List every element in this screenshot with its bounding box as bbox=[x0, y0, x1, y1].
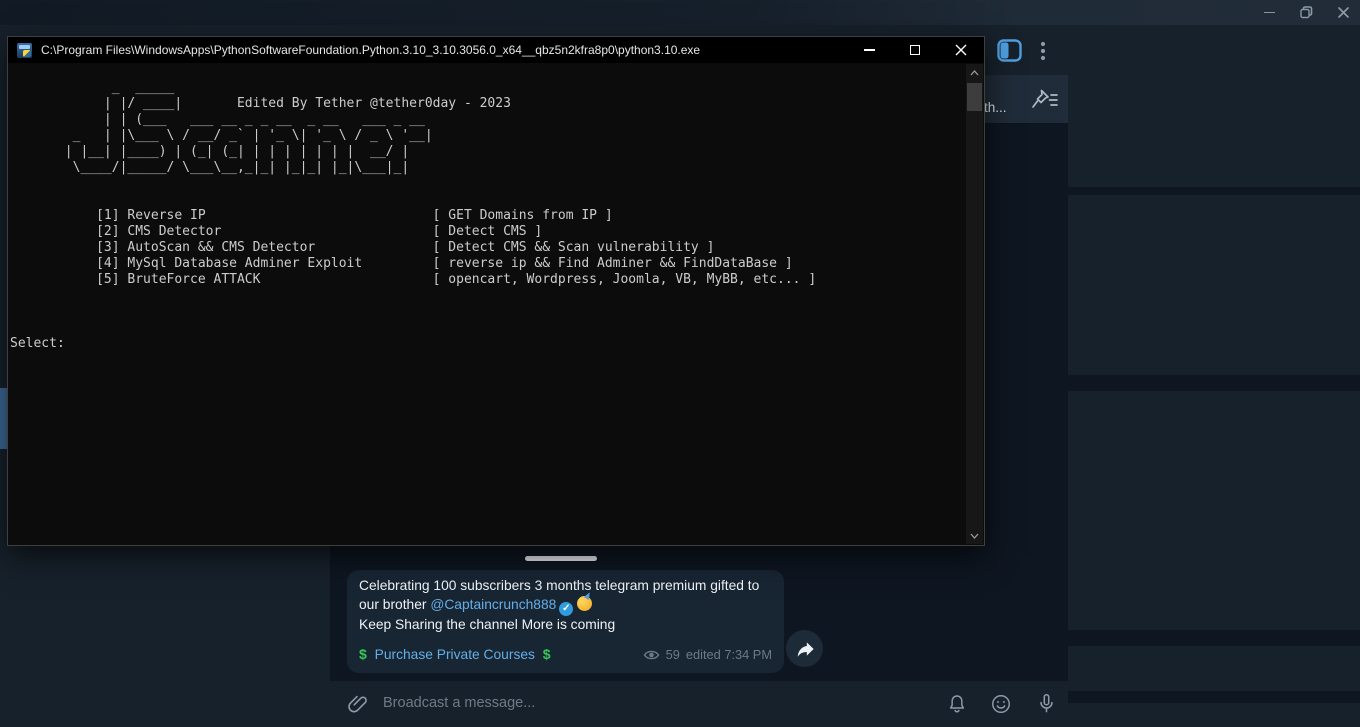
media-row-shared-links[interactable]: 15 shared links bbox=[1068, 546, 1360, 584]
message-meta: 59 edited 7:34 PM bbox=[643, 646, 772, 665]
verified-badge-icon: ✓ bbox=[559, 602, 573, 616]
attach-paperclip-icon[interactable] bbox=[346, 692, 370, 716]
purchase-courses-link[interactable]: Purchase Private Courses bbox=[375, 647, 535, 662]
toggle-right-column-icon[interactable] bbox=[997, 39, 1022, 62]
bell-icon[interactable] bbox=[946, 693, 968, 716]
telegram-minimize-button[interactable] bbox=[1252, 0, 1286, 25]
telegram-restore-button[interactable] bbox=[1289, 0, 1323, 25]
console-output: _ _____ | |/ ____| Edited By Tether @tet… bbox=[10, 64, 966, 544]
message-line3: Keep Sharing the channel More is coming bbox=[359, 617, 615, 632]
console-titlebar[interactable]: C:\Program Files\WindowsApps\PythonSoftw… bbox=[8, 37, 984, 63]
media-row-posts[interactable]: 6 posts bbox=[1068, 394, 1360, 432]
media-progress-bar bbox=[525, 556, 597, 561]
panel-subscribers-section[interactable]: 107 subscribers bbox=[1068, 646, 1360, 691]
party-face-emoji bbox=[577, 596, 592, 611]
share-button[interactable] bbox=[786, 630, 823, 667]
emoji-icon[interactable] bbox=[990, 693, 1012, 715]
message-input[interactable]: Broadcast a message... bbox=[383, 695, 535, 711]
views-eye-icon bbox=[643, 649, 660, 661]
message-line1: Celebrating 100 subscribers 3 months tel… bbox=[359, 578, 759, 593]
maximize-icon bbox=[910, 45, 920, 55]
media-row-photos[interactable]: 10 photos bbox=[1068, 432, 1360, 470]
panel-bottom-section[interactable] bbox=[1068, 703, 1360, 727]
console-title: C:\Program Files\WindowsApps\PythonSoftw… bbox=[41, 43, 700, 57]
python-icon bbox=[17, 43, 32, 58]
channel-message[interactable]: Celebrating 100 subscribers 3 months tel… bbox=[347, 570, 784, 673]
restore-icon bbox=[1300, 6, 1313, 19]
media-row-videos[interactable]: 4 videos bbox=[1068, 470, 1360, 508]
pinned-message-text: th... bbox=[984, 100, 1007, 115]
media-row-files[interactable]: 17 files bbox=[1068, 508, 1360, 546]
scroll-down-icon[interactable] bbox=[966, 527, 983, 544]
composer-bar: Broadcast a message... bbox=[330, 681, 1068, 727]
python-console-window[interactable]: C:\Program Files\WindowsApps\PythonSoftw… bbox=[7, 36, 985, 546]
scroll-up-icon[interactable] bbox=[966, 64, 983, 81]
console-maximize-button[interactable] bbox=[892, 37, 938, 63]
microphone-icon[interactable] bbox=[1035, 692, 1058, 716]
telegram-titlebar bbox=[0, 0, 1360, 25]
message-line2-prefix: our brother bbox=[359, 597, 430, 612]
media-row-gifs[interactable]: GIF 2 GIFs bbox=[1068, 584, 1360, 622]
console-minimize-button[interactable] bbox=[846, 37, 892, 63]
close-icon bbox=[955, 44, 967, 56]
pinned-list-icon[interactable] bbox=[1029, 87, 1059, 113]
minimize-icon bbox=[1264, 12, 1275, 14]
edited-timestamp: edited 7:34 PM bbox=[686, 646, 772, 665]
screen: th... Celebrating 100 subscribers 3 mont… bbox=[0, 0, 1360, 727]
selected-chat-indicator bbox=[0, 388, 7, 449]
console-close-button[interactable] bbox=[938, 37, 984, 63]
cta-row: $ Purchase Private Courses $ bbox=[359, 645, 551, 665]
views-count: 59 bbox=[666, 646, 680, 665]
scrollbar-thumb[interactable] bbox=[967, 83, 982, 111]
panel-info-section: t.me/tethersecurity Link Owner : @tether… bbox=[1068, 195, 1360, 375]
close-icon bbox=[1338, 7, 1349, 18]
panel-profile-section: 2 stories TetherSecurity 107 subscribers bbox=[1068, 25, 1360, 187]
console-scrollbar[interactable] bbox=[966, 64, 983, 544]
dollar-emoji: $ bbox=[543, 646, 551, 662]
kebab-menu-icon[interactable] bbox=[1040, 41, 1046, 61]
share-arrow-icon bbox=[795, 640, 815, 658]
minimize-icon bbox=[864, 49, 875, 51]
dollar-emoji: $ bbox=[359, 646, 367, 662]
telegram-close-button[interactable] bbox=[1326, 0, 1360, 25]
mention-link[interactable]: @Captaincrunch888 bbox=[430, 597, 556, 612]
